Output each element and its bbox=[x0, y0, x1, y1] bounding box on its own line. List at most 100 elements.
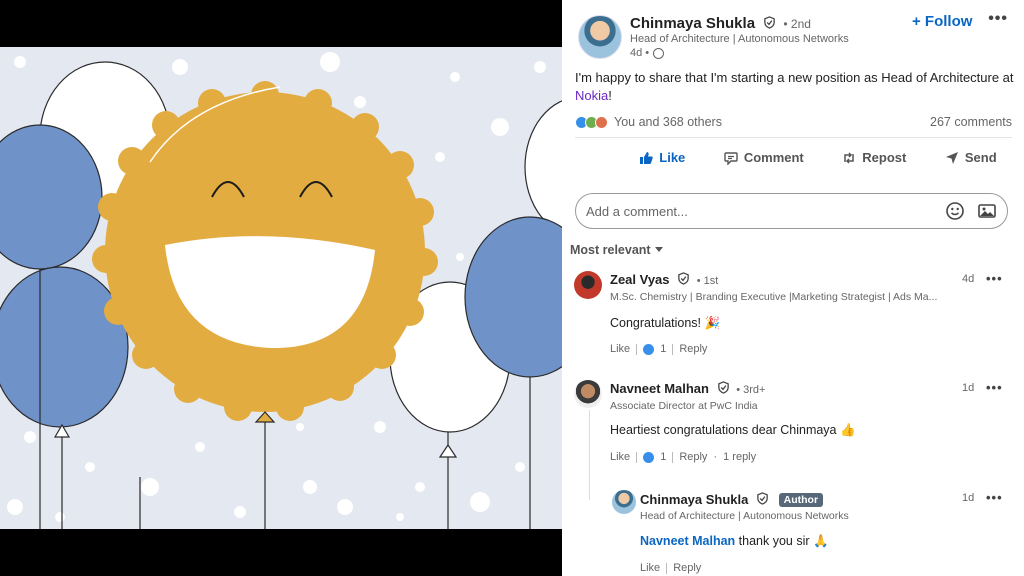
repost-icon bbox=[844, 151, 855, 164]
separator bbox=[672, 451, 674, 463]
separator bbox=[666, 562, 668, 574]
like-reaction-icon bbox=[643, 451, 655, 463]
repost-label: Repost bbox=[862, 150, 907, 165]
thumbs-up-icon bbox=[640, 151, 653, 164]
post-time: 4d • bbox=[630, 47, 665, 59]
comment-icon bbox=[724, 151, 738, 165]
comment-item: Zeal Vyas • 1st M.Sc. Chemistry | Brandi… bbox=[562, 268, 1024, 368]
send-icon bbox=[945, 151, 958, 164]
post-header: Chinmaya Shukla • 2nd Head of Architectu… bbox=[562, 0, 1024, 62]
commenter-name-row: Navneet Malhan • 3rd+ bbox=[610, 381, 765, 396]
commenter-name[interactable]: Navneet Malhan bbox=[610, 381, 709, 396]
reply-item: Chinmaya Shukla Author Head of Architect… bbox=[602, 486, 1024, 576]
send-button[interactable]: Send bbox=[945, 150, 997, 165]
caret-down-icon bbox=[654, 247, 663, 252]
commenter-name-row: Zeal Vyas • 1st bbox=[610, 272, 718, 287]
author-avatar[interactable] bbox=[578, 15, 622, 59]
reply-body: thank you sir 🙏 bbox=[735, 534, 829, 548]
comments-count[interactable]: 267 comments bbox=[930, 115, 1012, 129]
comment-more-icon[interactable]: ••• bbox=[986, 380, 1003, 395]
more-options-icon[interactable]: ••• bbox=[988, 10, 1008, 28]
like-reaction-icon bbox=[643, 343, 655, 355]
sort-label: Most relevant bbox=[570, 243, 651, 257]
commenter-name[interactable]: Zeal Vyas bbox=[610, 272, 670, 287]
separator-dot: · bbox=[713, 451, 718, 463]
comment-input[interactable] bbox=[586, 203, 933, 219]
verified-shield-icon bbox=[757, 492, 768, 505]
comment-actions: Like 1 Reply bbox=[610, 343, 707, 355]
reply-more-icon[interactable]: ••• bbox=[986, 490, 1003, 505]
comment-like-button[interactable]: Like bbox=[610, 343, 630, 355]
viewer: Chinmaya Shukla • 2nd Head of Architectu… bbox=[0, 0, 1024, 576]
commenter-avatar[interactable] bbox=[574, 271, 602, 299]
reply-text: Navneet Malhan thank you sir 🙏 bbox=[640, 534, 829, 549]
comment-button[interactable]: Comment bbox=[724, 150, 804, 165]
reply-author-avatar[interactable] bbox=[612, 490, 636, 514]
comment-time: 1d bbox=[962, 382, 975, 394]
reply-actions: Like Reply bbox=[640, 562, 701, 574]
reply-mention[interactable]: Navneet Malhan bbox=[640, 534, 735, 548]
globe-icon bbox=[653, 47, 665, 59]
verified-shield-icon bbox=[717, 381, 729, 394]
commenter-headline: M.Sc. Chemistry | Branding Executive |Ma… bbox=[610, 291, 938, 303]
separator bbox=[636, 451, 638, 463]
sort-dropdown[interactable]: Most relevant bbox=[570, 243, 663, 257]
comment-like-count[interactable]: 1 bbox=[660, 343, 666, 355]
divider bbox=[575, 137, 1012, 138]
separator bbox=[672, 343, 674, 355]
verified-shield-icon bbox=[678, 272, 689, 285]
connection-degree: • 2nd bbox=[783, 17, 811, 31]
post-text-body: I'm happy to share that I'm starting a n… bbox=[575, 70, 1014, 85]
reply-author-headline: Head of Architecture | Autonomous Networ… bbox=[640, 510, 849, 522]
author-badge: Author bbox=[778, 493, 824, 507]
comment-input-box bbox=[575, 193, 1008, 229]
comment-like-button[interactable]: Like bbox=[610, 451, 630, 463]
reactions-summary[interactable]: You and 368 others bbox=[575, 115, 722, 129]
repost-button[interactable]: Repost bbox=[842, 150, 906, 165]
author-name-row: Chinmaya Shukla • 2nd bbox=[630, 15, 811, 32]
reply-like-button[interactable]: Like bbox=[640, 562, 660, 574]
comment-actions: Like 1 Reply · 1 reply bbox=[610, 451, 756, 463]
author-name[interactable]: Chinmaya Shukla bbox=[630, 15, 755, 32]
comment-text: Congratulations! 🎉 bbox=[610, 316, 721, 330]
follow-button[interactable]: + Follow bbox=[912, 13, 972, 30]
post-panel: Chinmaya Shukla • 2nd Head of Architectu… bbox=[562, 0, 1024, 576]
post-image[interactable] bbox=[0, 47, 562, 529]
reply-time: 1d bbox=[962, 492, 975, 504]
company-mention[interactable]: Nokia bbox=[575, 88, 608, 103]
comment-time: 4d bbox=[962, 273, 975, 285]
comment-like-count[interactable]: 1 bbox=[660, 451, 666, 463]
post-text-end: ! bbox=[608, 88, 612, 103]
reply-author-name[interactable]: Chinmaya Shukla bbox=[640, 492, 748, 507]
comment-text: Heartiest congratulations dear Chinmaya … bbox=[610, 423, 856, 437]
comment-reply-button[interactable]: Reply bbox=[679, 451, 707, 463]
thread-line bbox=[589, 410, 590, 500]
author-headline: Head of Architecture | Autonomous Networ… bbox=[630, 33, 849, 45]
connection-degree: • 1st bbox=[696, 275, 719, 287]
separator bbox=[636, 343, 638, 355]
emoji-icon[interactable] bbox=[945, 201, 965, 221]
reply-reply-button[interactable]: Reply bbox=[673, 562, 701, 574]
reply-author-row: Chinmaya Shukla Author bbox=[640, 492, 824, 507]
comment-reply-button[interactable]: Reply bbox=[679, 343, 707, 355]
connection-degree: • 3rd+ bbox=[736, 384, 766, 396]
like-label: Like bbox=[659, 150, 686, 165]
commenter-headline: Associate Director at PwC India bbox=[610, 400, 758, 412]
reactions-label: You and 368 others bbox=[614, 115, 722, 129]
post-time-label: 4d • bbox=[630, 47, 650, 59]
like-button[interactable]: Like bbox=[639, 150, 685, 165]
send-label: Send bbox=[964, 150, 997, 165]
comment-item: Navneet Malhan • 3rd+ Associate Director… bbox=[562, 377, 1024, 477]
comment-more-icon[interactable]: ••• bbox=[986, 271, 1003, 286]
commenter-avatar[interactable] bbox=[574, 380, 602, 408]
post-text: I'm happy to share that I'm starting a n… bbox=[575, 69, 1015, 105]
celebration-illustration bbox=[0, 47, 562, 529]
love-reaction-icon bbox=[595, 115, 608, 129]
comment-label: Comment bbox=[743, 150, 804, 165]
image-icon[interactable] bbox=[977, 201, 997, 221]
reaction-icons bbox=[575, 115, 608, 129]
verified-shield-icon bbox=[764, 16, 776, 29]
reply-count[interactable]: 1 reply bbox=[723, 451, 756, 463]
post-stats: You and 368 others 267 comments bbox=[575, 115, 1012, 129]
action-bar: Like Comment Repost Send bbox=[562, 150, 1024, 165]
